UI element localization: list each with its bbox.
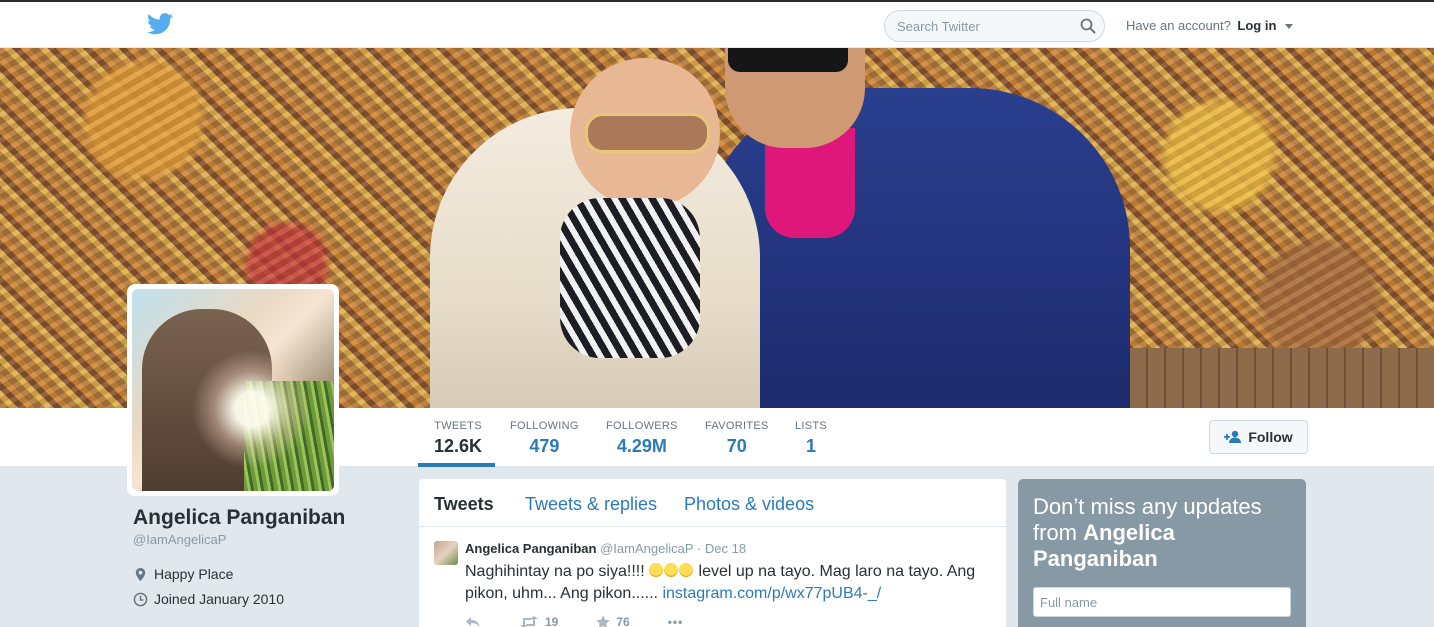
search-input[interactable]: [884, 10, 1105, 42]
stat-value: 1: [806, 436, 817, 456]
timeline-tabs: Tweets Tweets & replies Photos & videos: [419, 479, 1006, 527]
full-name-input[interactable]: [1033, 587, 1291, 617]
top-nav: Have an account? Log in: [0, 0, 1434, 48]
emoji-icon: [649, 563, 664, 577]
stat-value: 479: [529, 436, 560, 456]
favorite-count: 76: [616, 615, 630, 627]
signup-line2-prefix: from: [1033, 520, 1084, 545]
location-text: Happy Place: [154, 566, 234, 582]
stat-label: LISTS: [795, 420, 828, 432]
have-account-text: Have an account?: [1126, 18, 1231, 33]
stat-value: 12.6K: [434, 436, 483, 456]
tab-tweets[interactable]: Tweets: [434, 494, 494, 515]
retweet-count: 19: [545, 615, 559, 627]
stat-tweets[interactable]: TWEETS 12.6K: [434, 420, 482, 457]
emoji-icon: [679, 563, 694, 577]
retweet-icon: [520, 616, 538, 627]
signup-name-first: Angelica: [1083, 520, 1175, 545]
stat-label: FOLLOWERS: [606, 420, 678, 432]
tweet-actions: 19 76 •••: [465, 615, 683, 627]
tab-photos-videos[interactable]: Photos & videos: [684, 494, 814, 515]
account-prompt: Have an account? Log in: [1126, 18, 1294, 33]
stat-following[interactable]: FOLLOWING 479: [510, 420, 579, 457]
reply-icon: [466, 617, 480, 627]
star-icon: [596, 615, 611, 627]
signup-name-last: Panganiban: [1033, 546, 1158, 571]
tweet-text: Naghihintay na po siya!!!! level up na t…: [465, 561, 995, 605]
reply-button[interactable]: [465, 616, 481, 627]
stat-label: FAVORITES: [705, 420, 769, 432]
stat-value: 4.29M: [616, 436, 667, 456]
stat-value: 70: [726, 436, 747, 456]
tweet-separator: ·: [696, 541, 702, 556]
profile-name[interactable]: Angelica Panganiban: [133, 506, 345, 530]
stat-label: TWEETS: [434, 420, 482, 432]
active-stat-underline: [418, 463, 495, 467]
follow-button-label: Follow: [1248, 429, 1293, 445]
tweet-author[interactable]: Angelica Panganiban: [465, 541, 596, 556]
add-user-icon: [1224, 430, 1242, 443]
tweet-link[interactable]: instagram.com/p/wx77pUB4-_/: [662, 585, 881, 602]
tweet-handle[interactable]: @IamAngelicaP: [600, 541, 693, 556]
login-link[interactable]: Log in: [1237, 18, 1276, 33]
profile-handle[interactable]: @IamAngelicaP: [133, 532, 226, 547]
tweet-text-start: Naghihintay na po siya!!!!: [465, 563, 650, 580]
tab-tweets-replies[interactable]: Tweets & replies: [525, 494, 657, 515]
signup-heading: Don’t miss any updates from Angelica Pan…: [1033, 494, 1291, 572]
clock-icon: [133, 592, 148, 606]
favorite-button[interactable]: 76: [596, 615, 630, 627]
tweet-header: Angelica Panganiban @IamAngelicaP · Dec …: [465, 541, 746, 556]
profile-avatar[interactable]: [127, 284, 339, 496]
tweet-date[interactable]: Dec 18: [705, 541, 746, 556]
profile-location: Happy Place: [133, 566, 233, 582]
more-options-button[interactable]: •••: [668, 615, 684, 627]
search-icon[interactable]: [1080, 18, 1096, 34]
location-pin-icon: [135, 567, 146, 581]
stat-favorites[interactable]: FAVORITES 70: [705, 420, 769, 457]
stat-lists[interactable]: LISTS 1: [795, 420, 827, 457]
twitter-bird-icon[interactable]: [147, 13, 173, 35]
signup-card: Don’t miss any updates from Angelica Pan…: [1018, 479, 1306, 627]
follow-button[interactable]: Follow: [1209, 420, 1308, 454]
timeline: Tweets Tweets & replies Photos & videos …: [418, 478, 1007, 627]
profile-joined: Joined January 2010: [133, 591, 284, 607]
emoji-icon: [664, 563, 679, 577]
signup-line1: Don’t miss any updates: [1033, 494, 1262, 519]
stat-followers[interactable]: FOLLOWERS 4.29M: [606, 420, 678, 457]
joined-text: Joined January 2010: [154, 591, 284, 607]
caret-down-icon[interactable]: [1285, 24, 1294, 30]
stat-label: FOLLOWING: [510, 420, 579, 432]
retweet-button[interactable]: 19: [519, 615, 558, 627]
tweet-avatar[interactable]: [434, 541, 458, 565]
